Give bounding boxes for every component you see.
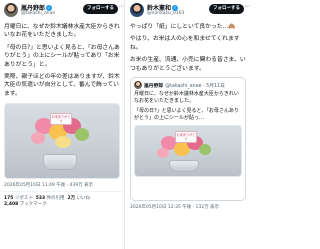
repost-count[interactable]: 175 リポスト: [4, 196, 33, 201]
column-divider: [124, 0, 125, 249]
post-left: 嵐丹野郎 ✓ @takashi_anae フォローする ⋯ 月曜日に、なぜか鈴木議…: [0, 0, 124, 249]
post-meta: 2026年05月10日 11:49 午後 · 439万 表示: [4, 183, 94, 189]
quoted-header: 嵐丹野郎 @takashi_anae · 5月11日: [134, 81, 242, 90]
user-handle[interactable]: @norikazu_0103: [147, 11, 184, 16]
flower-pale: [157, 148, 169, 159]
flower-photo[interactable]: お米ありがとう: [4, 103, 120, 180]
like-count[interactable]: 2万 いいね: [67, 196, 90, 201]
message-card: お米ありがとう: [50, 113, 72, 126]
post-header: 嵐丹野郎 ✓ @takashi_anae フォローする ⋯: [0, 0, 124, 22]
post-right: 鈴木憲和 ✓ @norikazu_0103 フォローする ⋯ やっぱり「紙」にしと…: [126, 0, 250, 249]
post-paragraph: お米の生産、流通、小売に関わる皆さま、いつもありがとうございます。: [130, 57, 246, 72]
follow-button[interactable]: フォローする: [83, 4, 118, 14]
vase: [169, 160, 199, 173]
vase: [43, 154, 77, 171]
avatar[interactable]: [4, 3, 18, 17]
post-paragraph: 実際、親子ほどの年の差はありますが、鈴木大臣の気遣いが自分として、番んで飾ってい…: [4, 74, 120, 97]
post-stats: 175 リポスト 533 件の引用 2万 いいね 2,408 ブックマーク: [0, 191, 124, 207]
user-handle[interactable]: @takashi_anae: [21, 11, 55, 16]
flower-pale: [31, 132, 45, 145]
post-text: やっぱり「紙」にしといて良かった…🙈 やはり、お米は人の心を和ませてくれますね。…: [126, 22, 250, 73]
post-paragraph: 月曜日に、なぜか鈴木議林水産大臣からきれいなお花をいただきました。: [4, 24, 120, 39]
flower-leaf: [199, 144, 211, 156]
quoted-paragraph: 月曜日に、なぜか鈴木議林水産大臣からきれいなお花をいただきました。: [134, 91, 239, 105]
flower-cream: [55, 136, 71, 149]
post-text: 月曜日に、なぜか鈴木議林水産大臣からきれいなお花をいただきました。 「母の日?」…: [0, 22, 124, 98]
post-paragraph: 「母の日?」と思いよく見ると、「お母さんありがとう」の上にシールが貼ってあり「お…: [4, 44, 120, 68]
quoted-text: 月曜日に、なぜか鈴木議林水産大臣からきれいなお花をいただきました。 「母の日?」…: [134, 91, 242, 122]
avatar: [134, 81, 142, 90]
avatar[interactable]: [130, 3, 144, 17]
flower-leaf: [75, 128, 89, 142]
post-paragraph: やはり、お米は人の心を和ませてくれますね。: [130, 36, 240, 51]
post-meta: 2026年05月10日 12:35 午後 · 132万 表示: [130, 205, 220, 211]
quoted-post[interactable]: 嵐丹野郎 @takashi_anae · 5月11日 月曜日に、なぜか鈴木議林水産…: [130, 77, 246, 202]
quoted-paragraph: 「母の日?」と思いよく見ると、「お母さんありがとう」の上にシールが貼っ…: [134, 108, 239, 122]
follow-button[interactable]: フォローする: [209, 4, 244, 14]
message-card: お米ありがとう: [175, 131, 197, 144]
quoted-user-name: 嵐丹野郎 @takashi_anae · 5月11日: [144, 84, 225, 90]
quote-count[interactable]: 533 件の引用: [36, 196, 65, 201]
post-header: 鈴木憲和 ✓ @norikazu_0103 フォローする ⋯: [126, 0, 250, 22]
more-icon[interactable]: ⋯: [244, 3, 250, 10]
more-icon[interactable]: ⋯: [118, 3, 124, 10]
flower-photo: お米ありがとう: [134, 125, 242, 178]
post-paragraph: やっぱり「紙」にしといて良かった…🙈: [130, 24, 236, 30]
bookmark-count[interactable]: 2,408 ブックマーク: [4, 202, 47, 207]
